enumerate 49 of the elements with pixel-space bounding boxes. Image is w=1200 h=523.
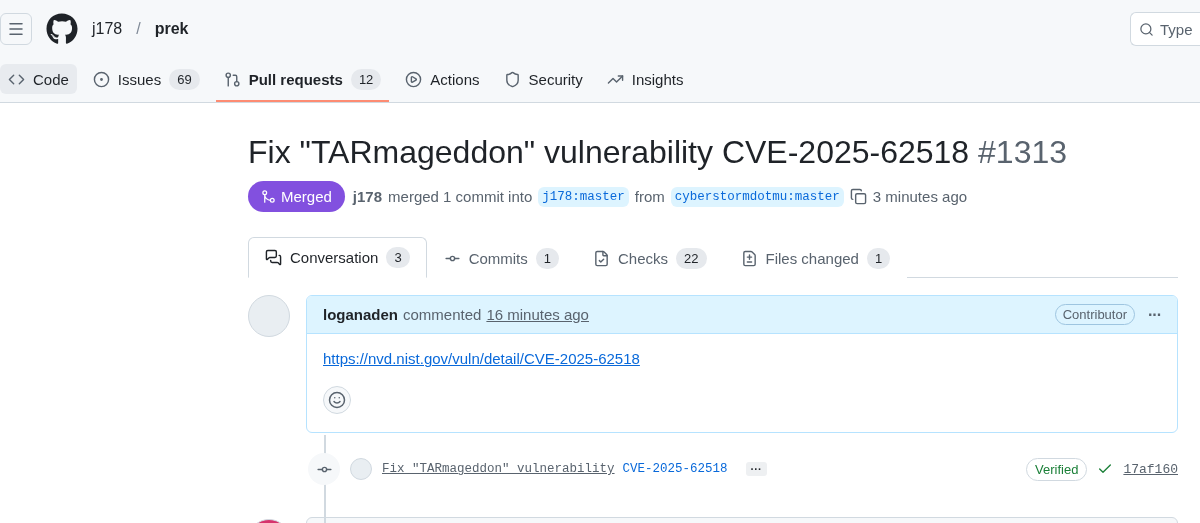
conversation-icon (265, 249, 282, 267)
comment-action: commented (403, 306, 482, 324)
repo-tab[interactable]: Actions (397, 58, 488, 102)
reaction-button[interactable] (323, 386, 351, 415)
search-field[interactable]: Type (1130, 12, 1200, 46)
security-icon (503, 70, 521, 88)
merge-time: 3 minutes ago (872, 188, 968, 206)
count-badge: 69 (169, 68, 200, 90)
repo-tab[interactable]: Pull requests 12 (215, 58, 390, 102)
commit-sha[interactable]: 17af160 (1123, 461, 1178, 477)
repo-link[interactable]: prek (154, 20, 189, 38)
search-icon (1139, 20, 1154, 38)
expand-button[interactable]: ··· (745, 462, 767, 477)
base-branch[interactable]: j178:master (538, 186, 629, 207)
smile-icon (328, 391, 346, 410)
repo-tab[interactable]: Security (495, 58, 591, 102)
owner-link[interactable]: j178 (92, 20, 123, 38)
count-badge: 22 (676, 247, 707, 269)
copy-icon[interactable] (849, 188, 867, 206)
count-badge: 1 (535, 247, 560, 269)
pr-title: Fix "TARmageddon" vulnerability CVE-2025-62518 #1313 (248, 133, 1069, 172)
cve-link[interactable]: https://nvd.nist.gov/vuln/detail/CVE-2025-62518 (323, 350, 640, 368)
menu-icon (7, 20, 25, 38)
count-badge: 3 (386, 247, 410, 269)
repo-tab[interactable]: Insights (598, 58, 692, 102)
merge-icon (261, 189, 276, 205)
breadcrumb-separator: / (136, 20, 141, 38)
commit-message[interactable]: Fix "TARmageddon" vulnerability (382, 462, 615, 477)
count-badge: 1 (866, 247, 891, 269)
search-input[interactable]: Type (1160, 20, 1200, 38)
files-icon (740, 249, 758, 267)
pr-tab[interactable]: Conversation 3 (248, 237, 427, 279)
checks-icon (593, 249, 611, 267)
from-text: from (634, 188, 665, 206)
head-branch[interactable]: cyberstormdotmu:master (670, 186, 844, 207)
more-button[interactable]: ··· (1148, 305, 1161, 324)
comment-author[interactable]: loganaden (323, 306, 398, 324)
menu-button[interactable] (0, 13, 32, 45)
comment-time[interactable]: 16 minutes ago (486, 306, 589, 324)
actions-icon (405, 70, 423, 88)
cve-link[interactable]: CVE-2025-62518 (622, 462, 728, 477)
author-link[interactable]: j178 (352, 188, 383, 206)
state-badge: Merged (248, 181, 345, 213)
issues-icon (92, 70, 110, 88)
count-badge: 12 (350, 68, 382, 90)
pulls-icon (223, 70, 241, 88)
merge-summary: merged 1 commit into (388, 188, 533, 206)
github-logo-icon[interactable] (46, 13, 78, 45)
repo-tab[interactable]: Issues 69 (84, 58, 208, 102)
